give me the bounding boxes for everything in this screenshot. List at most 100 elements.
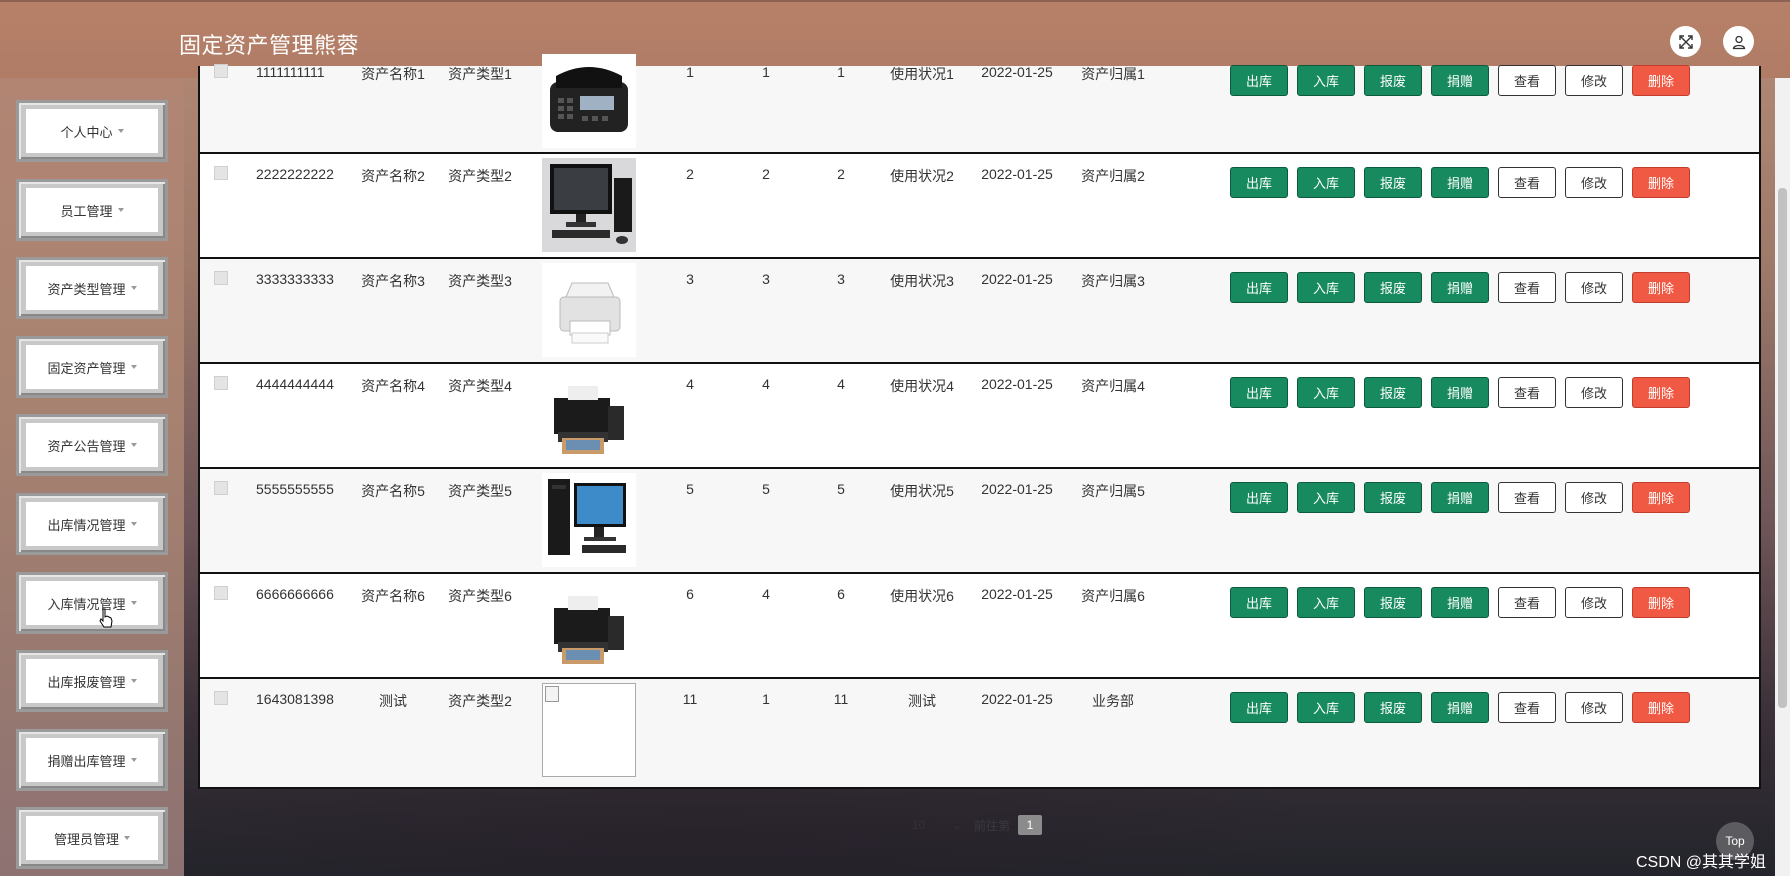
inbound-button[interactable]: 入库: [1297, 167, 1355, 198]
sidebar-item-asset-type[interactable]: 资产类型管理: [16, 257, 168, 319]
caret-down-icon: [130, 758, 137, 762]
asset-owner: 资产归属6: [1081, 588, 1145, 604]
outbound-button[interactable]: 出库: [1230, 65, 1288, 96]
scrap-button[interactable]: 报废: [1364, 587, 1422, 618]
delete-button[interactable]: 删除: [1632, 65, 1690, 96]
asset-type: 资产类型6: [448, 588, 512, 604]
table-row: 3333333333 资产名称3 资产类型3 3 3 3 使用状况3 2022-01-25 资产…: [200, 259, 1759, 364]
sidebar-item-asset-notice[interactable]: 资产公告管理: [16, 414, 168, 476]
asset-code: 2222222222: [256, 166, 334, 182]
asset-name: 资产名称5: [361, 483, 425, 499]
view-button[interactable]: 查看: [1498, 692, 1556, 723]
outbound-button[interactable]: 出库: [1230, 377, 1288, 408]
date-cell: 2022-01-25: [981, 691, 1053, 707]
usage-status: 使用状况6: [890, 588, 954, 604]
page-number-current[interactable]: 1: [1018, 815, 1043, 835]
row-checkbox[interactable]: [214, 691, 228, 705]
sidebar-item-donation[interactable]: 捐赠出库管理: [16, 729, 168, 791]
outbound-button[interactable]: 出库: [1230, 272, 1288, 303]
value-cell: 3: [837, 271, 845, 287]
edit-button[interactable]: 修改: [1565, 587, 1623, 618]
view-button[interactable]: 查看: [1498, 65, 1556, 96]
sidebar-item-fixed-asset[interactable]: 固定资产管理: [16, 336, 168, 398]
sidebar-item-personal-center[interactable]: 个人中心: [16, 100, 168, 162]
caret-down-icon: [130, 679, 137, 683]
inbound-button[interactable]: 入库: [1297, 377, 1355, 408]
outbound-button[interactable]: 出库: [1230, 167, 1288, 198]
donate-button[interactable]: 捐赠: [1431, 482, 1489, 513]
delete-button[interactable]: 删除: [1632, 587, 1690, 618]
sidebar-item-staff[interactable]: 员工管理: [16, 179, 168, 241]
donate-button[interactable]: 捐赠: [1431, 167, 1489, 198]
view-button[interactable]: 查看: [1498, 377, 1556, 408]
scrap-button[interactable]: 报废: [1364, 692, 1422, 723]
broken-image-icon: [545, 686, 559, 702]
outbound-button[interactable]: 出库: [1230, 482, 1288, 513]
row-checkbox[interactable]: [214, 271, 228, 285]
watermark: CSDN @其其学姐: [1636, 854, 1767, 871]
sidebar-item-scrap[interactable]: 出库报废管理: [16, 650, 168, 712]
delete-button[interactable]: 删除: [1632, 692, 1690, 723]
row-checkbox[interactable]: [214, 166, 228, 180]
donate-button[interactable]: 捐赠: [1431, 65, 1489, 96]
desk-phone-image: [542, 54, 636, 148]
edit-button[interactable]: 修改: [1565, 167, 1623, 198]
edit-button[interactable]: 修改: [1565, 65, 1623, 96]
row-checkbox[interactable]: [214, 481, 228, 495]
donate-button[interactable]: 捐赠: [1431, 587, 1489, 618]
inbound-button[interactable]: 入库: [1297, 587, 1355, 618]
sidebar-item-inbound[interactable]: 入库情况管理: [16, 572, 168, 634]
delete-button[interactable]: 删除: [1632, 272, 1690, 303]
row-checkbox[interactable]: [214, 586, 228, 600]
view-button[interactable]: 查看: [1498, 272, 1556, 303]
edit-button[interactable]: 修改: [1565, 482, 1623, 513]
donate-button[interactable]: 捐赠: [1431, 377, 1489, 408]
view-button[interactable]: 查看: [1498, 482, 1556, 513]
scrap-button[interactable]: 报废: [1364, 65, 1422, 96]
scrollbar-thumb[interactable]: [1778, 188, 1787, 708]
caret-down-icon: [130, 365, 137, 369]
quantity-cell: 4: [686, 376, 694, 392]
outbound-button[interactable]: 出库: [1230, 587, 1288, 618]
inbound-button[interactable]: 入库: [1297, 65, 1355, 96]
inbound-button[interactable]: 入库: [1297, 272, 1355, 303]
outbound-button[interactable]: 出库: [1230, 692, 1288, 723]
delete-button[interactable]: 删除: [1632, 167, 1690, 198]
scrap-button[interactable]: 报废: [1364, 167, 1422, 198]
vertical-scrollbar[interactable]: [1775, 78, 1790, 876]
view-button[interactable]: 查看: [1498, 167, 1556, 198]
date-cell: 2022-01-25: [981, 586, 1053, 602]
date-cell: 2022-01-25: [981, 376, 1053, 392]
donate-button[interactable]: 捐赠: [1431, 272, 1489, 303]
asset-code: 6666666666: [256, 586, 334, 602]
scrap-button[interactable]: 报废: [1364, 272, 1422, 303]
scrap-button[interactable]: 报废: [1364, 377, 1422, 408]
edit-button[interactable]: 修改: [1565, 692, 1623, 723]
row-checkbox[interactable]: [214, 64, 228, 78]
delete-button[interactable]: 删除: [1632, 377, 1690, 408]
row-checkbox[interactable]: [214, 376, 228, 390]
sidebar-item-outbound[interactable]: 出库情况管理: [16, 493, 168, 555]
quantity-cell: 6: [686, 586, 694, 602]
fullscreen-button[interactable]: [1670, 26, 1701, 57]
asset-type: 资产类型3: [448, 273, 512, 289]
sidebar-item-label: 出库报废管理: [47, 674, 126, 690]
asset-name: 资产名称2: [361, 168, 425, 184]
inbound-button[interactable]: 入库: [1297, 692, 1355, 723]
delete-button[interactable]: 删除: [1632, 482, 1690, 513]
asset-code: 3333333333: [256, 271, 334, 287]
donate-button[interactable]: 捐赠: [1431, 692, 1489, 723]
expand-icon: [1678, 34, 1693, 49]
user-button[interactable]: [1723, 26, 1754, 57]
asset-type: 资产类型1: [448, 66, 512, 82]
asset-code: 4444444444: [256, 376, 334, 392]
scrap-button[interactable]: 报废: [1364, 482, 1422, 513]
asset-owner: 资产归属1: [1081, 66, 1145, 82]
edit-button[interactable]: 修改: [1565, 272, 1623, 303]
page-size-select[interactable]: 10 ⌄: [908, 818, 966, 832]
edit-button[interactable]: 修改: [1565, 377, 1623, 408]
sidebar-item-admin[interactable]: 管理员管理: [16, 807, 168, 869]
view-button[interactable]: 查看: [1498, 587, 1556, 618]
inbound-button[interactable]: 入库: [1297, 482, 1355, 513]
asset-name: 资产名称1: [361, 66, 425, 82]
